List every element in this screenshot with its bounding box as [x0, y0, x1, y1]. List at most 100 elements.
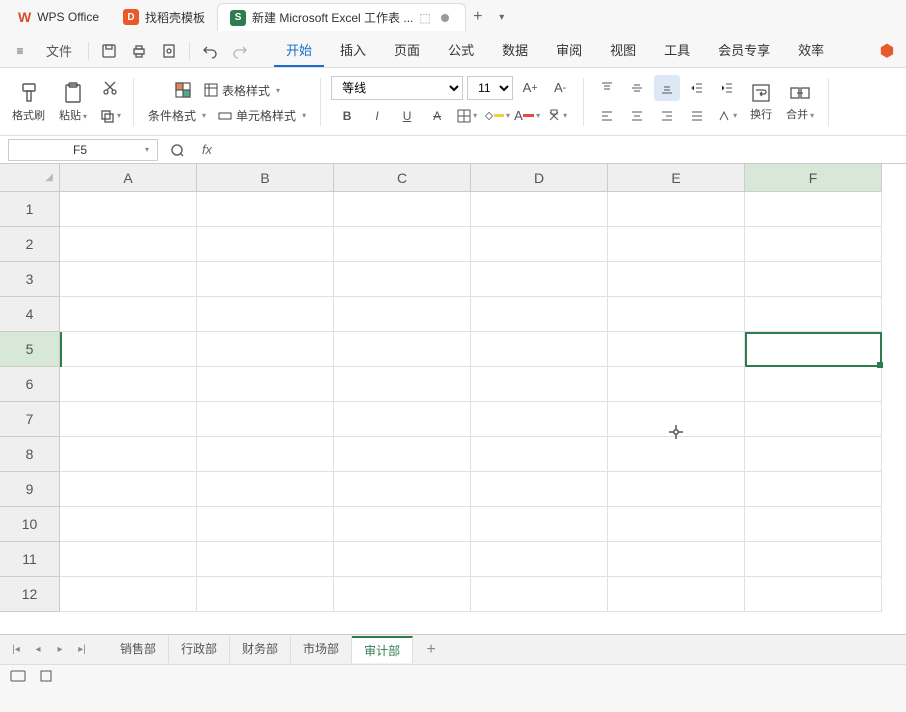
cell[interactable] [197, 577, 334, 612]
cell[interactable] [608, 262, 745, 297]
cell[interactable] [60, 577, 197, 612]
cell[interactable] [745, 472, 882, 507]
cell[interactable] [608, 297, 745, 332]
formula-input[interactable] [226, 139, 898, 161]
cell[interactable] [745, 192, 882, 227]
fx-button[interactable]: fx [196, 139, 218, 161]
cell[interactable] [60, 472, 197, 507]
row-header[interactable]: 12 [0, 577, 60, 612]
cell[interactable] [745, 297, 882, 332]
column-header[interactable]: B [197, 164, 334, 192]
cell[interactable] [60, 192, 197, 227]
cell[interactable] [60, 507, 197, 542]
cell[interactable] [197, 507, 334, 542]
cell[interactable] [60, 367, 197, 402]
format-brush-button[interactable]: 格式刷 [8, 79, 49, 125]
row-header[interactable]: 5 [0, 332, 60, 367]
menu-tab-review[interactable]: 审阅 [544, 34, 594, 67]
cell[interactable] [334, 472, 471, 507]
align-right-button[interactable] [654, 103, 680, 129]
print-button[interactable] [125, 37, 153, 65]
cell[interactable] [60, 332, 197, 367]
align-bottom-button[interactable] [654, 75, 680, 101]
column-header[interactable]: A [60, 164, 197, 192]
menu-tab-tools[interactable]: 工具 [652, 34, 702, 67]
menu-tab-member[interactable]: 会员专享 [706, 34, 782, 67]
sheet-tab[interactable]: 市场部 [291, 636, 352, 663]
border-button[interactable]: ▾ [454, 103, 480, 129]
cell[interactable] [197, 297, 334, 332]
print-preview-button[interactable] [155, 37, 183, 65]
column-header[interactable]: E [608, 164, 745, 192]
cell[interactable] [334, 542, 471, 577]
bold-button[interactable]: B [334, 103, 360, 129]
cell[interactable] [471, 507, 608, 542]
row-header[interactable]: 2 [0, 227, 60, 262]
menu-tab-data[interactable]: 数据 [490, 34, 540, 67]
cut-button[interactable] [97, 75, 123, 101]
new-tab-button[interactable]: + [466, 5, 490, 29]
undo-button[interactable] [196, 37, 224, 65]
cell[interactable] [334, 402, 471, 437]
sheet-first-button[interactable]: |◂ [6, 640, 26, 660]
cell[interactable] [197, 542, 334, 577]
cell[interactable] [197, 367, 334, 402]
cell[interactable] [60, 297, 197, 332]
cell[interactable] [608, 472, 745, 507]
align-middle-button[interactable] [624, 75, 650, 101]
cell[interactable] [745, 332, 882, 367]
row-header[interactable]: 6 [0, 367, 60, 402]
cell[interactable] [471, 542, 608, 577]
italic-button[interactable]: I [364, 103, 390, 129]
font-name-select[interactable]: 等线 [331, 76, 463, 100]
indent-dec-button[interactable] [684, 75, 710, 101]
row-header[interactable]: 9 [0, 472, 60, 507]
cell[interactable] [745, 367, 882, 402]
cell[interactable] [745, 542, 882, 577]
row-header[interactable]: 10 [0, 507, 60, 542]
column-header[interactable]: F [745, 164, 882, 192]
cond-format-icon[interactable] [170, 77, 196, 103]
cell[interactable] [197, 402, 334, 437]
status-more-icon[interactable] [36, 668, 56, 684]
cell[interactable] [471, 262, 608, 297]
sheet-next-button[interactable]: ▸ [50, 640, 70, 660]
cell[interactable] [745, 507, 882, 542]
align-justify-button[interactable] [684, 103, 710, 129]
row-header[interactable]: 3 [0, 262, 60, 297]
cell[interactable] [334, 227, 471, 262]
cell[interactable] [471, 227, 608, 262]
cell[interactable] [745, 227, 882, 262]
add-sheet-button[interactable]: + [421, 640, 441, 660]
name-box[interactable]: F5 ▾ [8, 139, 158, 161]
cell[interactable] [60, 262, 197, 297]
cell[interactable] [334, 332, 471, 367]
sheet-tab[interactable]: 销售部 [108, 636, 169, 663]
cell[interactable] [60, 227, 197, 262]
cell[interactable] [471, 332, 608, 367]
sheet-tab[interactable]: 审计部 [352, 636, 413, 663]
cond-format-button[interactable]: 条件格式▾ [144, 105, 210, 126]
cell[interactable] [471, 297, 608, 332]
indent-inc-button[interactable] [714, 75, 740, 101]
cell[interactable] [745, 402, 882, 437]
app-tab-document[interactable]: S 新建 Microsoft Excel 工作表 ... ⬚ [217, 3, 466, 31]
cell[interactable] [334, 507, 471, 542]
row-header[interactable]: 1 [0, 192, 60, 227]
cell[interactable] [608, 437, 745, 472]
font-color-button[interactable]: A▾ [514, 103, 540, 129]
cell[interactable] [197, 332, 334, 367]
fill-color-button[interactable]: ▾ [484, 103, 510, 129]
cell[interactable] [608, 332, 745, 367]
column-header[interactable]: C [334, 164, 471, 192]
cell[interactable] [334, 437, 471, 472]
redo-button[interactable] [226, 37, 254, 65]
tab-list-button[interactable]: ▾ [490, 5, 514, 29]
cell[interactable] [608, 402, 745, 437]
column-header[interactable]: D [471, 164, 608, 192]
cell[interactable] [197, 472, 334, 507]
cancel-fx-button[interactable] [166, 139, 188, 161]
row-header[interactable]: 8 [0, 437, 60, 472]
wrap-button[interactable]: 换行 [746, 80, 776, 124]
cell[interactable] [60, 437, 197, 472]
